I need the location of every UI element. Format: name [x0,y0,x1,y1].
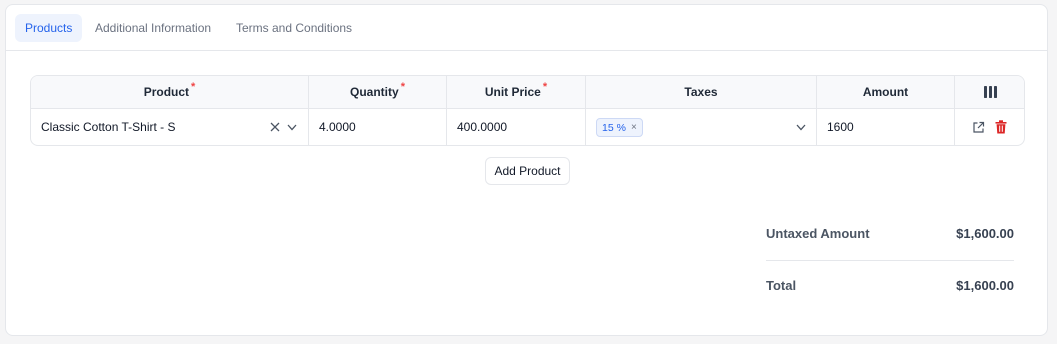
column-label: Unit Price [484,85,541,99]
add-product-button[interactable]: Add Product [485,157,570,185]
required-marker: * [400,81,405,93]
table-row: Classic Cotton T-Shirt - S 4.0000 400.00… [31,109,1024,145]
column-label: Quantity [350,85,399,99]
column-label: Product [143,85,190,99]
tab-bar: Products Additional Information Terms an… [6,5,1047,51]
quantity-value: 4.0000 [319,120,356,134]
product-field[interactable]: Classic Cotton T-Shirt - S [31,109,309,145]
taxes-field[interactable]: 15 % × [586,109,817,145]
column-header-unit-price: Unit Price * [447,76,586,108]
chevron-down-icon[interactable] [286,121,298,133]
tab-products[interactable]: Products [15,14,83,42]
tax-tag: 15 % × [596,118,643,137]
amount-value: 1600 [827,120,854,134]
column-header-product: Product * [31,76,309,108]
amount-field: 1600 [817,109,955,145]
clear-x-icon[interactable] [269,121,281,133]
total-value: $1,600.00 [956,278,1014,293]
tax-tag-label: 15 % [602,121,626,134]
required-marker: * [542,81,548,93]
column-header-taxes: Taxes [586,76,817,108]
columns-icon[interactable] [984,86,997,98]
column-header-quantity: Quantity * [309,76,447,108]
column-settings-cell [955,76,1024,108]
column-label: Taxes [684,85,718,99]
summary-divider [766,260,1014,261]
row-actions [955,109,1024,145]
required-marker: * [191,81,196,93]
product-value: Classic Cotton T-Shirt - S [41,120,176,134]
chevron-down-icon[interactable] [795,121,807,133]
column-header-amount: Amount [817,76,955,108]
remove-tag-icon[interactable]: × [631,122,637,133]
external-link-icon[interactable] [971,120,985,134]
total-label: Total [766,278,797,293]
order-lines-panel: Products Additional Information Terms an… [5,4,1048,336]
untaxed-amount-value: $1,600.00 [956,226,1014,241]
product-lines-table: Product * Quantity * Unit Price * Taxes Amo… [30,75,1025,146]
quantity-field[interactable]: 4.0000 [309,109,447,145]
unit-price-field[interactable]: 400.0000 [447,109,586,145]
trash-icon[interactable] [994,119,1008,134]
untaxed-amount-label: Untaxed Amount [766,226,870,241]
tab-terms-and-conditions[interactable]: Terms and Conditions [226,14,362,42]
tab-additional-information[interactable]: Additional Information [85,14,221,42]
column-label: Amount [862,85,909,99]
table-header: Product * Quantity * Unit Price * Taxes Amo… [31,76,1024,109]
unit-price-value: 400.0000 [457,120,508,134]
